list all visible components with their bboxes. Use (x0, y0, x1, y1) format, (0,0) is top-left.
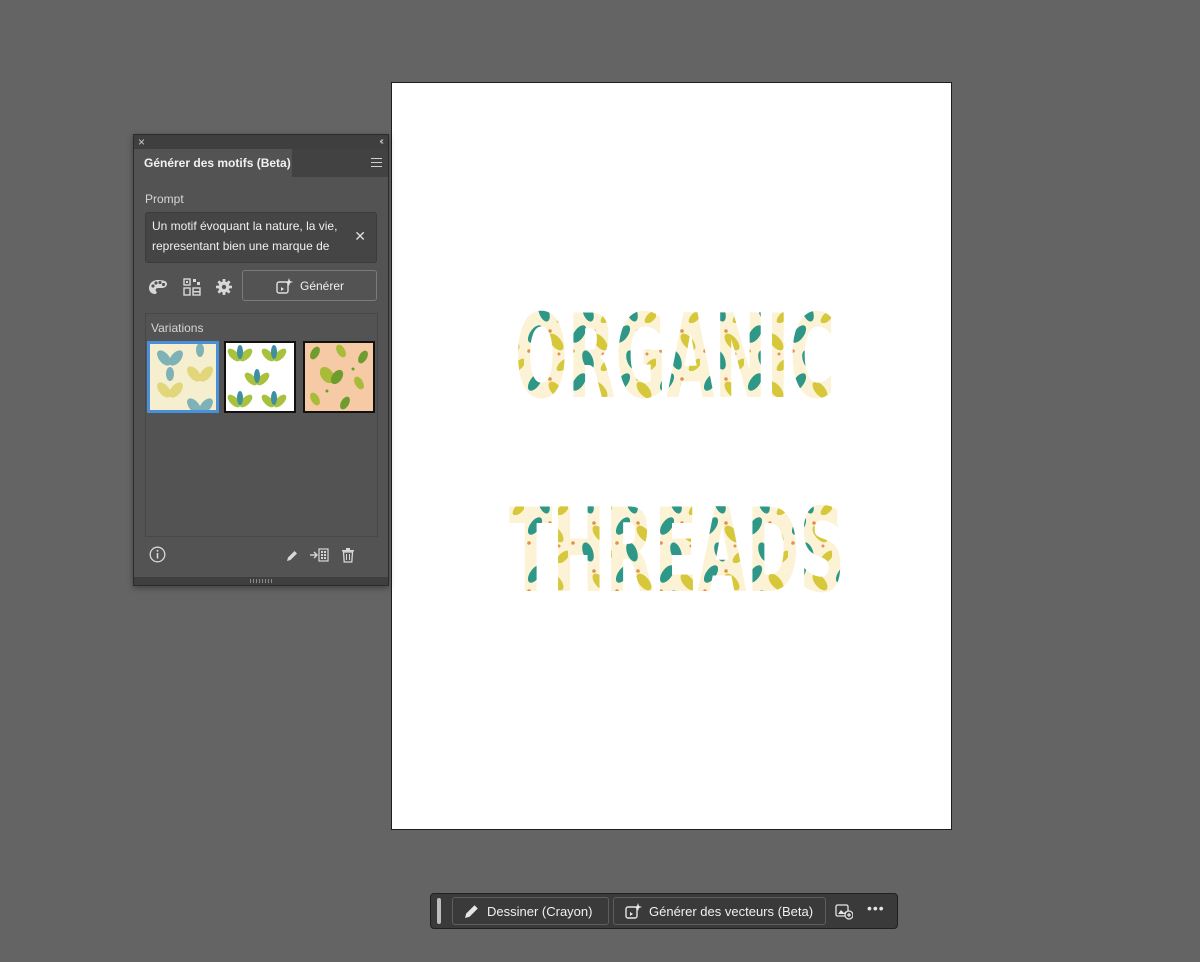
artboard: ORGANIC THREADS (391, 82, 952, 830)
generate-icon (276, 277, 293, 294)
variation-thumbnail-1[interactable] (147, 341, 219, 413)
title-line-organic: ORGANIC (515, 290, 835, 425)
pattern-grid-icon[interactable] (181, 276, 203, 298)
info-icon[interactable] (149, 546, 166, 563)
patterned-title-artwork[interactable]: ORGANIC THREADS (392, 83, 951, 829)
variations-label: Variations (151, 321, 204, 335)
pencil-icon (465, 904, 478, 918)
variation-thumbnail-2[interactable] (224, 341, 296, 413)
taskbar-drag-handle[interactable] (437, 898, 441, 924)
clear-prompt-icon[interactable]: ✕ (354, 228, 366, 245)
generate-button[interactable]: Générer (242, 270, 377, 301)
panel-close-button[interactable]: × (138, 135, 145, 149)
contextual-task-bar: Dessiner (Crayon) Générer des vecteurs (… (430, 893, 898, 929)
add-to-library-icon[interactable] (835, 903, 853, 920)
generate-button-label: Générer (299, 278, 345, 293)
panel-resize-grip[interactable] (134, 577, 388, 585)
export-swatch-icon[interactable] (309, 547, 329, 563)
prompt-input[interactable]: Un motif évoquant la nature, la vie, rep… (145, 212, 377, 263)
panel-menu-icon[interactable] (371, 158, 382, 167)
panel-tab-row: Générer des motifs (Beta) (134, 149, 388, 177)
more-options-icon[interactable]: ••• (867, 900, 885, 916)
generate-vectors-button[interactable]: Générer des vecteurs (Beta) (613, 897, 826, 925)
draw-pencil-label: Dessiner (Crayon) (487, 903, 593, 919)
pencil-icon[interactable] (285, 549, 299, 563)
title-line-threads: THREADS (509, 484, 845, 619)
generate-patterns-panel: × ‹‹ Générer des motifs (Beta) Prompt Un… (133, 134, 389, 586)
gear-icon[interactable] (213, 276, 235, 298)
generate-vectors-label: Générer des vecteurs (Beta) (649, 903, 814, 919)
variation-pattern-3 (305, 343, 373, 411)
prompt-text-line-1: Un motif évoquant la nature, la vie, (152, 219, 338, 233)
variation-pattern-1 (150, 344, 216, 410)
variations-section: Variations (145, 313, 378, 537)
panel-collapse-button[interactable]: ‹‹ (379, 135, 383, 149)
variation-thumbnail-3[interactable] (303, 341, 375, 413)
panel-title-bar[interactable]: × ‹‹ (134, 135, 388, 149)
tab-generate-patterns[interactable]: Générer des motifs (Beta) (134, 149, 292, 177)
trash-icon[interactable] (341, 548, 355, 563)
prompt-text-line-2: representant bien une marque de (152, 239, 330, 253)
palette-icon[interactable] (147, 276, 169, 298)
variation-pattern-2 (226, 343, 294, 411)
prompt-label: Prompt (145, 192, 184, 206)
draw-pencil-button[interactable]: Dessiner (Crayon) (452, 897, 609, 925)
generate-vectors-icon (625, 903, 642, 919)
